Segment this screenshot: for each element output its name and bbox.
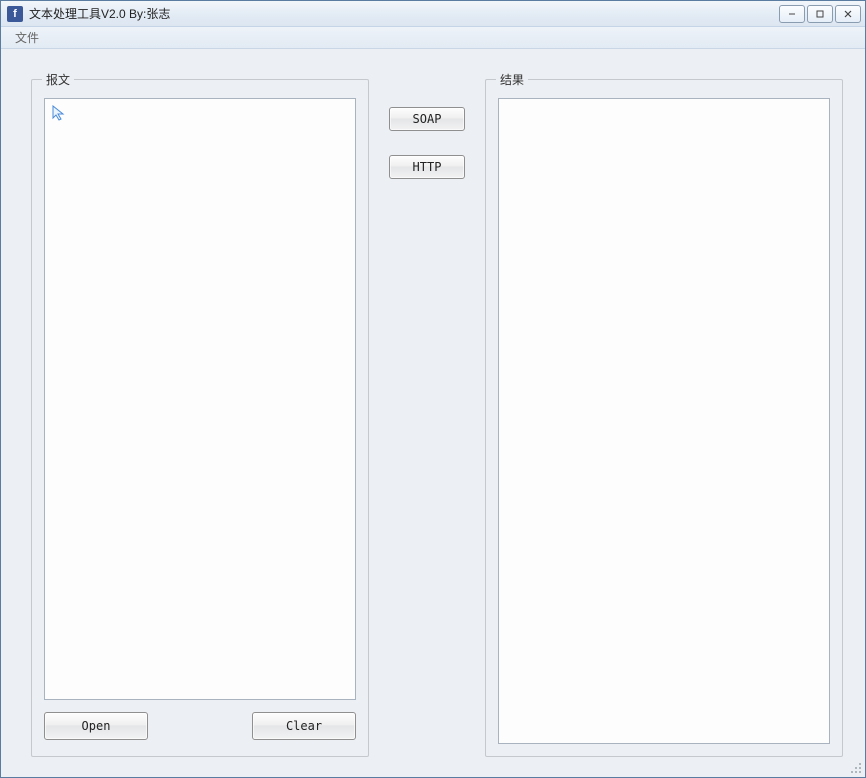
text-cursor-icon — [51, 105, 65, 121]
app-window: f 文本处理工具V2.0 By:张志 文件 报文 Open — [0, 0, 866, 778]
window-title: 文本处理工具V2.0 By:张志 — [29, 5, 170, 22]
close-icon — [843, 9, 853, 19]
window-controls — [779, 5, 861, 23]
maximize-icon — [815, 9, 825, 19]
menu-file[interactable]: 文件 — [7, 27, 47, 48]
clear-button[interactable]: Clear — [252, 712, 356, 740]
app-icon: f — [7, 6, 23, 22]
menubar: 文件 — [1, 27, 865, 49]
client-area: 报文 Open Clear SOAP HTTP 结果 — [1, 49, 865, 777]
output-textarea[interactable] — [498, 98, 830, 744]
http-button[interactable]: HTTP — [389, 155, 465, 179]
maximize-button[interactable] — [807, 5, 833, 23]
input-textarea[interactable] — [44, 98, 356, 700]
action-column: SOAP HTTP — [385, 79, 469, 757]
soap-button[interactable]: SOAP — [389, 107, 465, 131]
close-button[interactable] — [835, 5, 861, 23]
titlebar: f 文本处理工具V2.0 By:张志 — [1, 1, 865, 27]
resize-grip-icon[interactable] — [848, 760, 862, 774]
minimize-button[interactable] — [779, 5, 805, 23]
output-groupbox: 结果 — [485, 79, 843, 757]
output-group-legend: 结果 — [496, 71, 528, 88]
input-button-row: Open Clear — [44, 712, 356, 740]
input-group-legend: 报文 — [42, 71, 74, 88]
input-groupbox: 报文 Open Clear — [31, 79, 369, 757]
minimize-icon — [787, 9, 797, 19]
open-button[interactable]: Open — [44, 712, 148, 740]
